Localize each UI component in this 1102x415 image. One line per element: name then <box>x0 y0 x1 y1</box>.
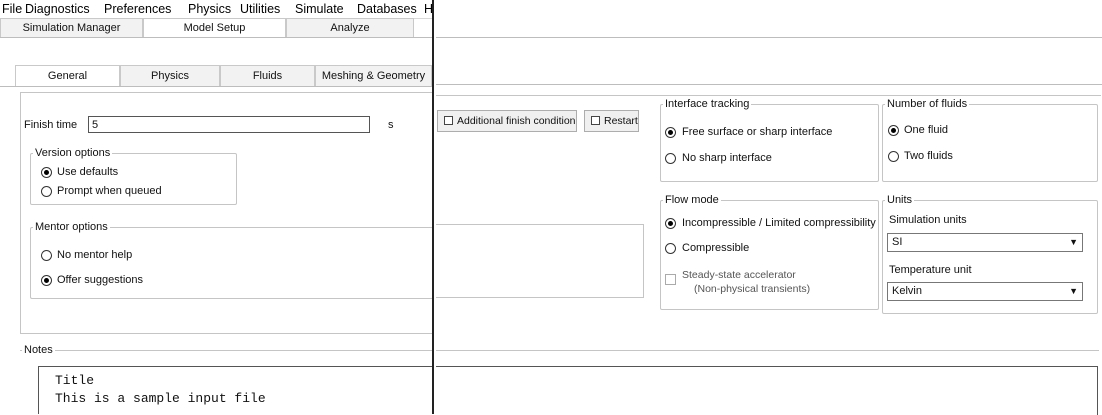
units-title: Units <box>885 194 915 206</box>
menu-simulate[interactable]: Simulate <box>295 2 344 16</box>
menu-preferences[interactable]: Preferences <box>104 2 171 16</box>
mentor-options-title: Mentor options <box>33 221 110 233</box>
menu-physics[interactable]: Physics <box>188 2 231 16</box>
steady-state-label: Steady-state accelerator <box>682 269 796 281</box>
no-sharp-interface-label: No sharp interface <box>682 152 772 164</box>
tab-general[interactable]: General <box>15 65 120 87</box>
notes-textarea-right[interactable] <box>436 366 1098 415</box>
no-sharp-interface-radio[interactable] <box>665 153 676 164</box>
version-options-group <box>30 153 237 205</box>
interface-tracking-group <box>660 104 879 182</box>
notes-line-2: This is a sample input file <box>55 391 266 406</box>
use-defaults-label: Use defaults <box>57 166 119 178</box>
main-tabs-divider <box>0 37 432 38</box>
simulation-units-label: Simulation units <box>889 214 967 226</box>
menu-databases[interactable]: Databases <box>357 2 417 16</box>
menu-file[interactable]: File <box>2 2 22 16</box>
menu-utilities[interactable]: Utilities <box>240 2 280 16</box>
temperature-unit-value: Kelvin <box>892 285 922 297</box>
notes-line-1: Title <box>55 373 95 388</box>
dropdown-arrow-icon: ▼ <box>1069 286 1078 296</box>
tab-physics[interactable]: Physics <box>120 65 220 86</box>
interface-tracking-title: Interface tracking <box>663 98 752 110</box>
tab-meshing-geometry[interactable]: Meshing & Geometry <box>315 65 432 86</box>
dropdown-arrow-icon: ▼ <box>1069 237 1078 247</box>
prompt-when-queued-radio[interactable] <box>41 186 52 197</box>
incompressible-radio[interactable] <box>665 218 676 229</box>
additional-finish-label: Additional finish condition <box>457 115 576 127</box>
incompressible-label: Incompressible / Limited compressibility <box>682 217 876 229</box>
no-mentor-help-label: No mentor help <box>57 249 133 261</box>
simulation-units-select[interactable]: SI ▼ <box>887 233 1083 252</box>
restart-button[interactable]: Restart <box>584 110 639 132</box>
notes-title: Notes <box>22 344 55 356</box>
finish-time-label: Finish time <box>24 119 78 131</box>
version-options-title: Version options <box>33 147 113 159</box>
one-fluid-label: One fluid <box>904 124 949 136</box>
compressible-label: Compressible <box>682 242 750 254</box>
right-subtabs-line <box>436 84 1102 85</box>
finish-time-input[interactable]: 5 <box>88 116 370 133</box>
tab-simulation-manager[interactable]: Simulation Manager <box>0 18 143 37</box>
simulation-units-value: SI <box>892 236 903 248</box>
mentor-options-group-right <box>436 224 644 298</box>
one-fluid-radio[interactable] <box>888 125 899 136</box>
menu-diagnostics[interactable]: Diagnostics <box>25 2 90 16</box>
right-tabs-line <box>436 37 1102 38</box>
compressible-radio[interactable] <box>665 243 676 254</box>
menu-help[interactable]: H <box>424 2 432 16</box>
restart-label: Restart <box>604 115 638 127</box>
flow-mode-title: Flow mode <box>663 194 721 206</box>
tab-fluids[interactable]: Fluids <box>220 65 315 86</box>
no-mentor-help-radio[interactable] <box>41 250 52 261</box>
offer-suggestions-label: Offer suggestions <box>57 274 144 286</box>
notes-border-right <box>436 350 1099 351</box>
temperature-unit-label: Temperature unit <box>889 264 972 276</box>
free-surface-radio[interactable] <box>665 127 676 138</box>
offer-suggestions-radio[interactable] <box>41 275 52 286</box>
tab-analyze[interactable]: Analyze <box>286 18 414 37</box>
right-panel-top <box>436 95 1101 96</box>
finish-time-unit: s <box>388 119 394 131</box>
free-surface-label: Free surface or sharp interface <box>682 126 833 138</box>
temperature-unit-select[interactable]: Kelvin ▼ <box>887 282 1083 301</box>
image-divider <box>432 0 434 414</box>
number-of-fluids-group <box>882 104 1098 182</box>
additional-finish-checkbox[interactable] <box>444 116 453 125</box>
menu-bar: File Diagnostics Preferences Physics Uti… <box>0 0 432 19</box>
left-panel: File Diagnostics Preferences Physics Uti… <box>0 0 432 414</box>
two-fluids-radio[interactable] <box>888 151 899 162</box>
steady-state-checkbox[interactable] <box>665 274 676 285</box>
notes-border-left <box>20 350 432 351</box>
tab-model-setup[interactable]: Model Setup <box>143 18 286 38</box>
mentor-options-group <box>30 227 432 299</box>
two-fluids-label: Two fluids <box>904 150 953 162</box>
restart-checkbox[interactable] <box>591 116 600 125</box>
prompt-when-queued-label: Prompt when queued <box>57 185 162 197</box>
number-of-fluids-title: Number of fluids <box>885 98 970 110</box>
sub-tabs-divider <box>0 86 432 87</box>
additional-finish-condition-button[interactable]: Additional finish condition <box>437 110 577 132</box>
steady-state-sublabel: (Non-physical transients) <box>694 283 811 295</box>
use-defaults-radio[interactable] <box>41 167 52 178</box>
